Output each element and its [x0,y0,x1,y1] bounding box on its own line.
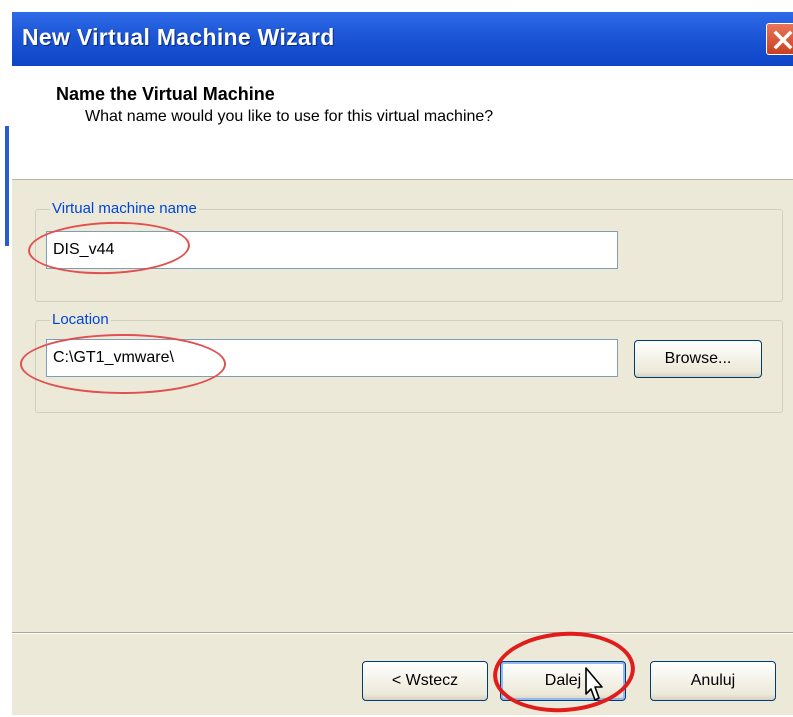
mouse-cursor-icon [585,667,603,701]
back-button[interactable]: < Wstecz [362,661,488,701]
wizard-header: Name the Virtual Machine What name would… [12,66,793,180]
title-bar: New Virtual Machine Wizard [12,12,793,66]
close-button[interactable] [766,23,793,55]
location-label: Location [50,311,111,328]
close-icon [773,30,793,50]
cancel-button[interactable]: Anuluj [650,661,776,701]
header-title: Name the Virtual Machine [56,84,275,104]
window-edge [0,66,12,715]
window-title: New Virtual Machine Wizard [22,24,335,50]
footer-divider [12,632,793,634]
edge-line [5,126,9,246]
header-subtitle: What name would you like to use for this… [85,108,494,125]
name-label: Virtual machine name [50,200,199,217]
annotation-circle-location [20,334,226,394]
browse-button[interactable]: Browse... [634,340,762,378]
